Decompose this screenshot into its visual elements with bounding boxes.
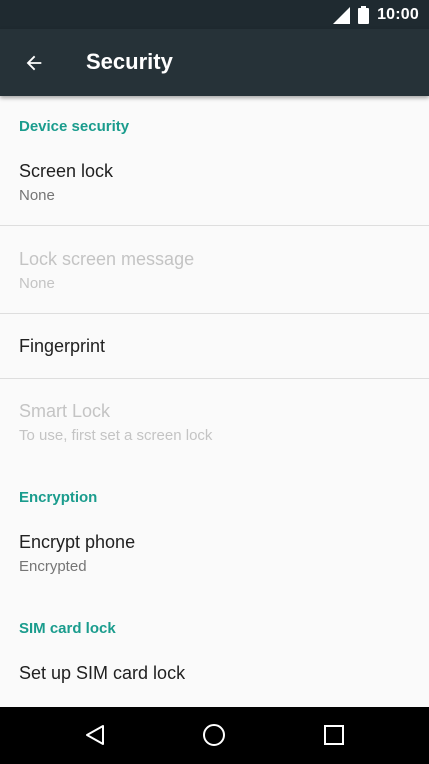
item-subtitle: Encrypted bbox=[19, 558, 87, 575]
status-icons: 10:00 bbox=[333, 5, 419, 25]
section-header-sim-card-lock: SIM card lock bbox=[19, 620, 116, 637]
fingerprint-item[interactable]: Fingerprint bbox=[0, 314, 429, 378]
app-bar: Security bbox=[0, 29, 429, 96]
nav-home-button[interactable] bbox=[192, 715, 236, 755]
section-header-device-security: Device security bbox=[19, 118, 130, 135]
navigation-bar bbox=[0, 707, 429, 764]
encrypt-phone-item[interactable]: Encrypt phone Encrypted bbox=[0, 516, 429, 594]
lock-screen-message-item: Lock screen message None bbox=[0, 226, 429, 313]
item-subtitle: To use, first set a screen lock bbox=[19, 427, 213, 444]
arrow-back-icon bbox=[26, 55, 42, 71]
back-triangle-icon bbox=[86, 725, 104, 745]
item-title: Lock screen message bbox=[19, 249, 195, 269]
item-title: Smart Lock bbox=[19, 401, 111, 421]
battery-icon bbox=[358, 6, 370, 24]
smart-lock-item: Smart Lock To use, first set a screen lo… bbox=[0, 379, 429, 459]
item-subtitle: None bbox=[19, 187, 55, 204]
back-button[interactable] bbox=[14, 43, 54, 83]
settings-list[interactable]: Device security Screen lock None Lock sc… bbox=[0, 96, 429, 707]
set-up-sim-card-lock-item[interactable]: Set up SIM card lock bbox=[0, 646, 429, 706]
item-title: Screen lock bbox=[19, 161, 114, 181]
item-title: Fingerprint bbox=[19, 336, 106, 356]
nav-recents-button[interactable] bbox=[312, 715, 356, 755]
screen-lock-item[interactable]: Screen lock None bbox=[0, 146, 429, 225]
page-title: Security bbox=[86, 49, 173, 74]
item-title: Encrypt phone bbox=[19, 532, 136, 552]
item-subtitle: None bbox=[19, 275, 55, 292]
section-header-encryption: Encryption bbox=[19, 489, 98, 506]
nav-back-button[interactable] bbox=[73, 715, 117, 755]
home-circle-icon bbox=[203, 724, 225, 746]
status-bar: 10:00 bbox=[0, 0, 429, 29]
recents-square-icon bbox=[324, 725, 344, 745]
signal-icon bbox=[333, 6, 351, 24]
status-time: 10:00 bbox=[377, 6, 419, 23]
item-title: Set up SIM card lock bbox=[19, 663, 186, 683]
